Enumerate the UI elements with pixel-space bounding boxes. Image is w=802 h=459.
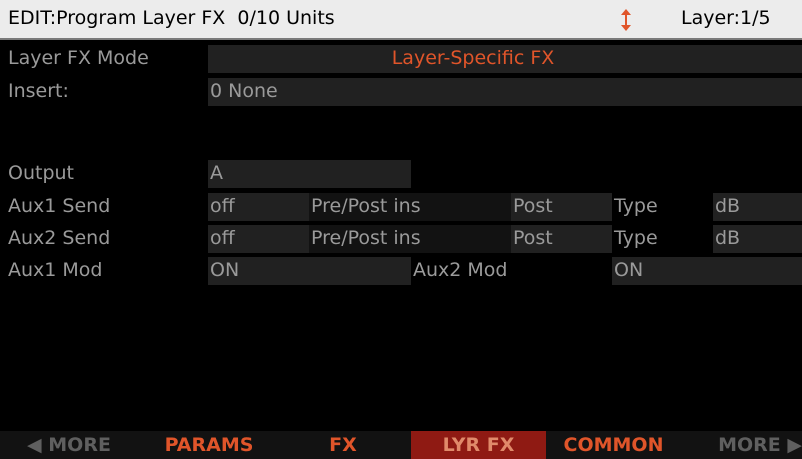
- page-title: EDIT:Program Layer FX 0/10 Units: [8, 7, 335, 29]
- aux2-type-value: dB: [715, 227, 741, 249]
- up-down-arrow-icon: [616, 8, 636, 32]
- aux2-prepost-label: Pre/Post ins: [311, 227, 421, 249]
- aux2-mod-label: Aux2 Mod: [413, 259, 508, 281]
- params-button[interactable]: PARAMS: [143, 431, 275, 459]
- lyr-fx-button[interactable]: LYR FX: [411, 431, 546, 459]
- aux1-type-field[interactable]: dB: [713, 193, 802, 221]
- output-label: Output: [8, 162, 74, 184]
- aux1-send-label: Aux1 Send: [8, 195, 111, 217]
- aux2-prepost-field[interactable]: Post: [511, 225, 612, 253]
- layer-fx-mode-label: Layer FX Mode: [8, 47, 149, 69]
- layer-fx-mode-value: Layer-Specific FX: [391, 47, 555, 69]
- aux1-send-value: off: [210, 195, 235, 217]
- aux2-send-label: Aux2 Send: [8, 227, 111, 249]
- layer-indicator: Layer:1/5: [681, 7, 771, 29]
- aux2-send-field[interactable]: off: [208, 225, 309, 253]
- aux1-send-field[interactable]: off: [208, 193, 309, 221]
- aux1-prepost-label: Pre/Post ins: [311, 195, 421, 217]
- aux1-type-label: Type: [614, 195, 658, 217]
- soft-button-bar: ◀ MORE PARAMS FX LYR FX COMMON MORE ▶: [0, 431, 802, 459]
- common-button[interactable]: COMMON: [546, 431, 681, 459]
- aux1-mod-value: ON: [210, 259, 240, 281]
- insert-value: 0 None: [210, 80, 278, 102]
- aux2-type-field[interactable]: dB: [713, 225, 802, 253]
- aux1-type-value: dB: [715, 195, 741, 217]
- layer-fx-mode-field[interactable]: Layer-Specific FX: [208, 45, 802, 73]
- output-value: A: [210, 162, 223, 184]
- aux1-mod-field[interactable]: ON: [208, 257, 411, 285]
- more-right-button[interactable]: MORE ▶: [683, 431, 802, 459]
- aux1-prepost-label-cell: Pre/Post ins: [309, 193, 511, 221]
- aux1-mod-label: Aux1 Mod: [8, 259, 103, 281]
- aux2-send-value: off: [210, 227, 235, 249]
- aux2-mod-field[interactable]: ON: [612, 257, 802, 285]
- insert-label: Insert:: [8, 80, 69, 102]
- aux1-prepost-field[interactable]: Post: [511, 193, 612, 221]
- output-field[interactable]: A: [208, 160, 411, 188]
- more-left-button[interactable]: ◀ MORE: [0, 431, 138, 459]
- aux1-prepost-value: Post: [513, 195, 553, 217]
- aux2-mod-value: ON: [614, 259, 644, 281]
- insert-field[interactable]: 0 None: [208, 78, 802, 106]
- title-bar: EDIT:Program Layer FX 0/10 Units Layer:1…: [0, 0, 802, 40]
- aux2-prepost-value: Post: [513, 227, 553, 249]
- fx-button[interactable]: FX: [277, 431, 409, 459]
- aux2-prepost-label-cell: Pre/Post ins: [309, 225, 511, 253]
- aux2-type-label: Type: [614, 227, 658, 249]
